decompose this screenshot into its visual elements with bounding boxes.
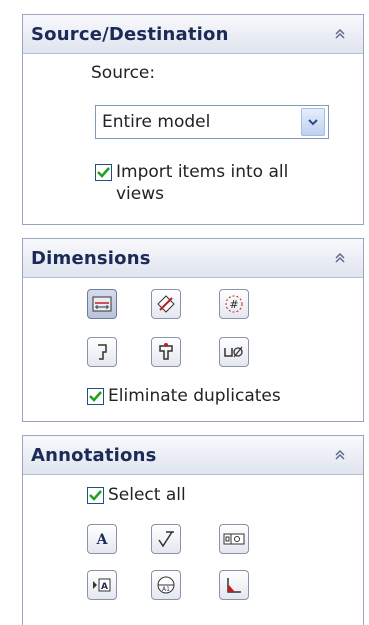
note-icon[interactable]: A (87, 524, 117, 554)
datum-target-icon[interactable]: A1 (151, 570, 181, 600)
eliminate-duplicates-label: Eliminate duplicates (108, 386, 281, 406)
annotations-header[interactable]: Annotations (23, 436, 363, 475)
eliminate-duplicates-row[interactable]: Eliminate duplicates (87, 385, 281, 407)
panel-title: Dimensions (31, 247, 151, 269)
datum-feature-icon[interactable]: A (87, 570, 117, 600)
surface-finish-icon[interactable] (151, 524, 181, 554)
panel-title: Source/Destination (31, 23, 229, 45)
panel-title: Annotations (31, 444, 157, 466)
source-dropdown[interactable]: Entire model (95, 105, 329, 139)
dimensions-header[interactable]: Dimensions (23, 239, 363, 278)
source-destination-panel: Source/Destination Source: Entire model … (22, 14, 364, 225)
import-items-checkbox-row[interactable]: Import items into all views (95, 161, 288, 205)
collapse-icon[interactable] (331, 249, 349, 267)
select-all-checkbox[interactable] (87, 487, 104, 504)
instance-count-icon[interactable]: # (219, 289, 249, 319)
dimensions-panel: Dimensions # Eliminate duplicates (22, 238, 364, 422)
import-items-label-line2: views (116, 184, 165, 204)
geometric-tolerance-icon[interactable] (219, 524, 249, 554)
import-items-label-line1: Import items into all (116, 162, 289, 182)
svg-text:A: A (101, 582, 108, 592)
marked-for-drawing-icon[interactable] (87, 289, 117, 319)
source-label: Source: (91, 63, 156, 83)
hole-wizard-profile-icon[interactable] (151, 337, 181, 367)
tolerance-dimension-icon[interactable] (87, 337, 117, 367)
source-destination-header[interactable]: Source/Destination (23, 15, 363, 54)
select-all-label: Select all (108, 485, 186, 505)
import-items-label: Import items into all views (112, 161, 288, 205)
hole-callout-icon[interactable] (219, 337, 249, 367)
source-value: Entire model (102, 112, 211, 132)
collapse-icon[interactable] (331, 25, 349, 43)
annotations-panel: Annotations Select all A A A1 (22, 435, 364, 625)
not-marked-for-drawing-icon[interactable] (151, 289, 181, 319)
select-all-row[interactable]: Select all (87, 484, 186, 506)
chevron-down-icon[interactable] (301, 108, 325, 136)
svg-text:#: # (229, 298, 238, 311)
import-items-checkbox[interactable] (95, 164, 112, 181)
weld-symbol-icon[interactable] (219, 570, 249, 600)
svg-text:A1: A1 (162, 586, 170, 593)
eliminate-duplicates-checkbox[interactable] (87, 388, 104, 405)
svg-text:A: A (96, 532, 109, 548)
collapse-icon[interactable] (331, 446, 349, 464)
